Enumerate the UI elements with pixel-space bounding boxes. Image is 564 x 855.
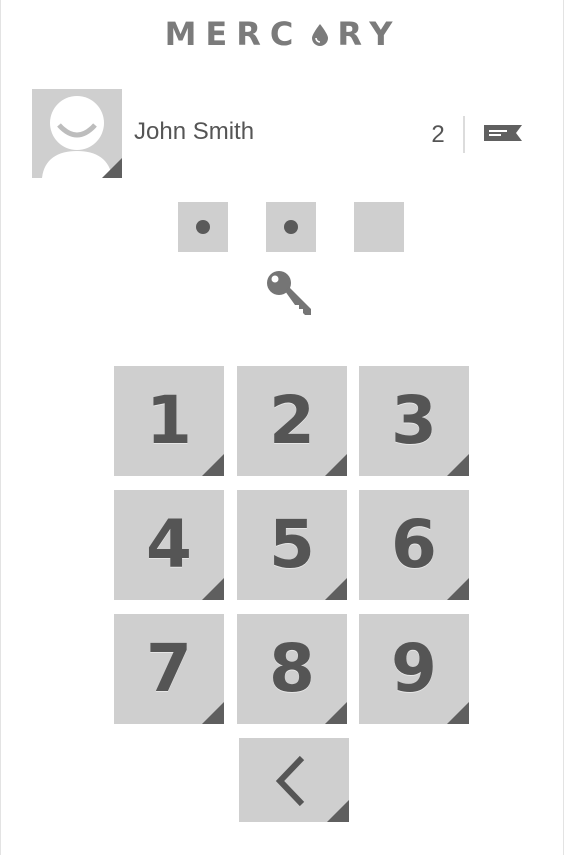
key-corner xyxy=(202,702,224,724)
keypad-key-9[interactable]: 9 xyxy=(359,614,469,724)
header-divider xyxy=(463,116,465,153)
keypad-key-2[interactable]: 2 xyxy=(237,366,347,476)
key-corner xyxy=(447,454,469,476)
login-screen: MERCURY John Smith 2 1 2 xyxy=(0,0,564,855)
key-corner xyxy=(325,702,347,724)
user-name: John Smith xyxy=(134,118,255,145)
key-corner xyxy=(202,454,224,476)
pin-box-3 xyxy=(354,202,404,252)
app-logo: MERCURY xyxy=(1,14,564,54)
keypad-key-8[interactable]: 8 xyxy=(237,614,347,724)
logo-text-end: RY xyxy=(337,15,402,53)
logo-text-start: MERC xyxy=(164,15,303,53)
key-corner xyxy=(325,454,347,476)
key-corner xyxy=(447,578,469,600)
key-corner xyxy=(327,800,349,822)
back-arrow-icon xyxy=(275,755,305,807)
logo-drop-letter: U xyxy=(302,15,337,53)
keypad-key-6[interactable]: 6 xyxy=(359,490,469,600)
key-corner xyxy=(447,702,469,724)
avatar-corner-badge xyxy=(102,158,122,178)
message-count: 2 xyxy=(431,121,445,148)
key-corner xyxy=(202,578,224,600)
pin-dot xyxy=(284,220,298,234)
pin-box-1 xyxy=(178,202,228,252)
keypad-key-1[interactable]: 1 xyxy=(114,366,224,476)
backspace-button[interactable] xyxy=(239,738,349,822)
keypad-key-5[interactable]: 5 xyxy=(237,490,347,600)
avatar[interactable] xyxy=(32,89,122,178)
key-corner xyxy=(325,578,347,600)
keypad-key-4[interactable]: 4 xyxy=(114,490,224,600)
pin-dot xyxy=(196,220,210,234)
keypad-key-7[interactable]: 7 xyxy=(114,614,224,724)
message-icon[interactable] xyxy=(484,121,522,147)
keypad-key-3[interactable]: 3 xyxy=(359,366,469,476)
key-icon xyxy=(267,271,311,315)
water-drop-icon xyxy=(311,23,328,46)
pin-box-2 xyxy=(266,202,316,252)
